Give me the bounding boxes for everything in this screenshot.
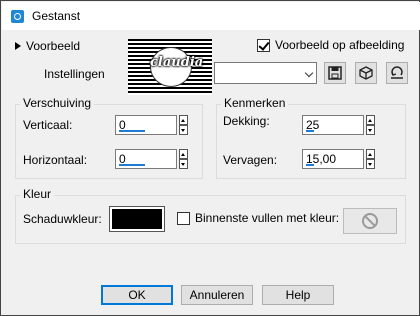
help-button[interactable]: Help bbox=[262, 285, 334, 305]
horizontal-input[interactable]: 0 bbox=[115, 149, 177, 169]
opacity-spinner[interactable]: 25 bbox=[302, 115, 375, 135]
reset-icon bbox=[391, 66, 403, 79]
opacity-label: Dekking: bbox=[223, 114, 270, 128]
fill-with-color-label: Binnenste vullen met kleur: bbox=[195, 211, 340, 225]
checkbox-checked-icon[interactable] bbox=[257, 38, 270, 52]
watermark-signature: claudia bbox=[150, 55, 204, 70]
cancel-button[interactable]: Annuleren bbox=[181, 285, 253, 305]
spin-down-icon[interactable] bbox=[366, 159, 375, 169]
presets-button[interactable] bbox=[355, 62, 377, 84]
save-icon bbox=[328, 66, 342, 80]
blur-spinner[interactable]: 15,00 bbox=[302, 149, 375, 169]
ok-button[interactable]: OK bbox=[101, 285, 173, 305]
fill-with-color-checkbox[interactable]: Binnenste vullen met kleur: bbox=[177, 211, 339, 225]
presets-icon bbox=[359, 66, 373, 80]
shadow-color-label: Schaduwkleur: bbox=[23, 212, 102, 226]
preview-toggle-label: Voorbeeld bbox=[26, 39, 81, 53]
color-group-title: Kleur bbox=[20, 187, 55, 201]
offset-group-title: Verschuiving bbox=[20, 96, 95, 110]
blur-label: Vervagen: bbox=[223, 153, 278, 167]
vertical-label: Verticaal: bbox=[23, 118, 73, 132]
window-title: Gestanst bbox=[32, 9, 81, 23]
settings-combo[interactable] bbox=[214, 62, 317, 84]
not-allowed-icon bbox=[362, 213, 378, 229]
preview-toggle[interactable]: Voorbeeld bbox=[15, 39, 80, 53]
save-preset-button[interactable] bbox=[324, 62, 346, 84]
spin-up-icon[interactable] bbox=[179, 149, 188, 159]
spin-up-icon[interactable] bbox=[366, 149, 375, 159]
blur-input[interactable]: 15,00 bbox=[302, 149, 364, 169]
preview-thumbnail: claudia bbox=[128, 39, 212, 95]
preview-on-image-checkbox[interactable]: Voorbeeld op afbeelding bbox=[257, 38, 404, 52]
reset-button[interactable] bbox=[386, 62, 408, 84]
vertical-input[interactable]: 0 bbox=[115, 115, 177, 135]
title-bar: Gestanst bbox=[2, 2, 420, 30]
spin-up-icon[interactable] bbox=[366, 115, 375, 125]
chevron-down-icon[interactable] bbox=[304, 68, 314, 78]
horizontal-spinner[interactable]: 0 bbox=[115, 149, 188, 169]
opacity-input[interactable]: 25 bbox=[302, 115, 364, 135]
dialog-window: Gestanst Voorbeeld claudia Voorbeeld op … bbox=[0, 0, 420, 316]
horizontal-label: Horizontaal: bbox=[23, 153, 88, 167]
spin-down-icon[interactable] bbox=[179, 125, 188, 135]
app-icon bbox=[11, 10, 24, 23]
checkbox-unchecked-icon[interactable] bbox=[177, 211, 190, 225]
spin-down-icon[interactable] bbox=[179, 159, 188, 169]
vertical-spinner[interactable]: 0 bbox=[115, 115, 188, 135]
expand-arrow-icon bbox=[15, 42, 21, 50]
preview-on-image-label: Voorbeeld op afbeelding bbox=[275, 38, 405, 52]
spin-down-icon[interactable] bbox=[366, 125, 375, 135]
shadow-color-swatch[interactable] bbox=[109, 206, 165, 232]
settings-label: Instellingen bbox=[44, 67, 105, 81]
properties-group-title: Kenmerken bbox=[221, 96, 289, 110]
fill-color-swatch-disabled bbox=[343, 208, 397, 234]
spin-up-icon[interactable] bbox=[179, 115, 188, 125]
shadow-color-fill bbox=[112, 209, 162, 229]
